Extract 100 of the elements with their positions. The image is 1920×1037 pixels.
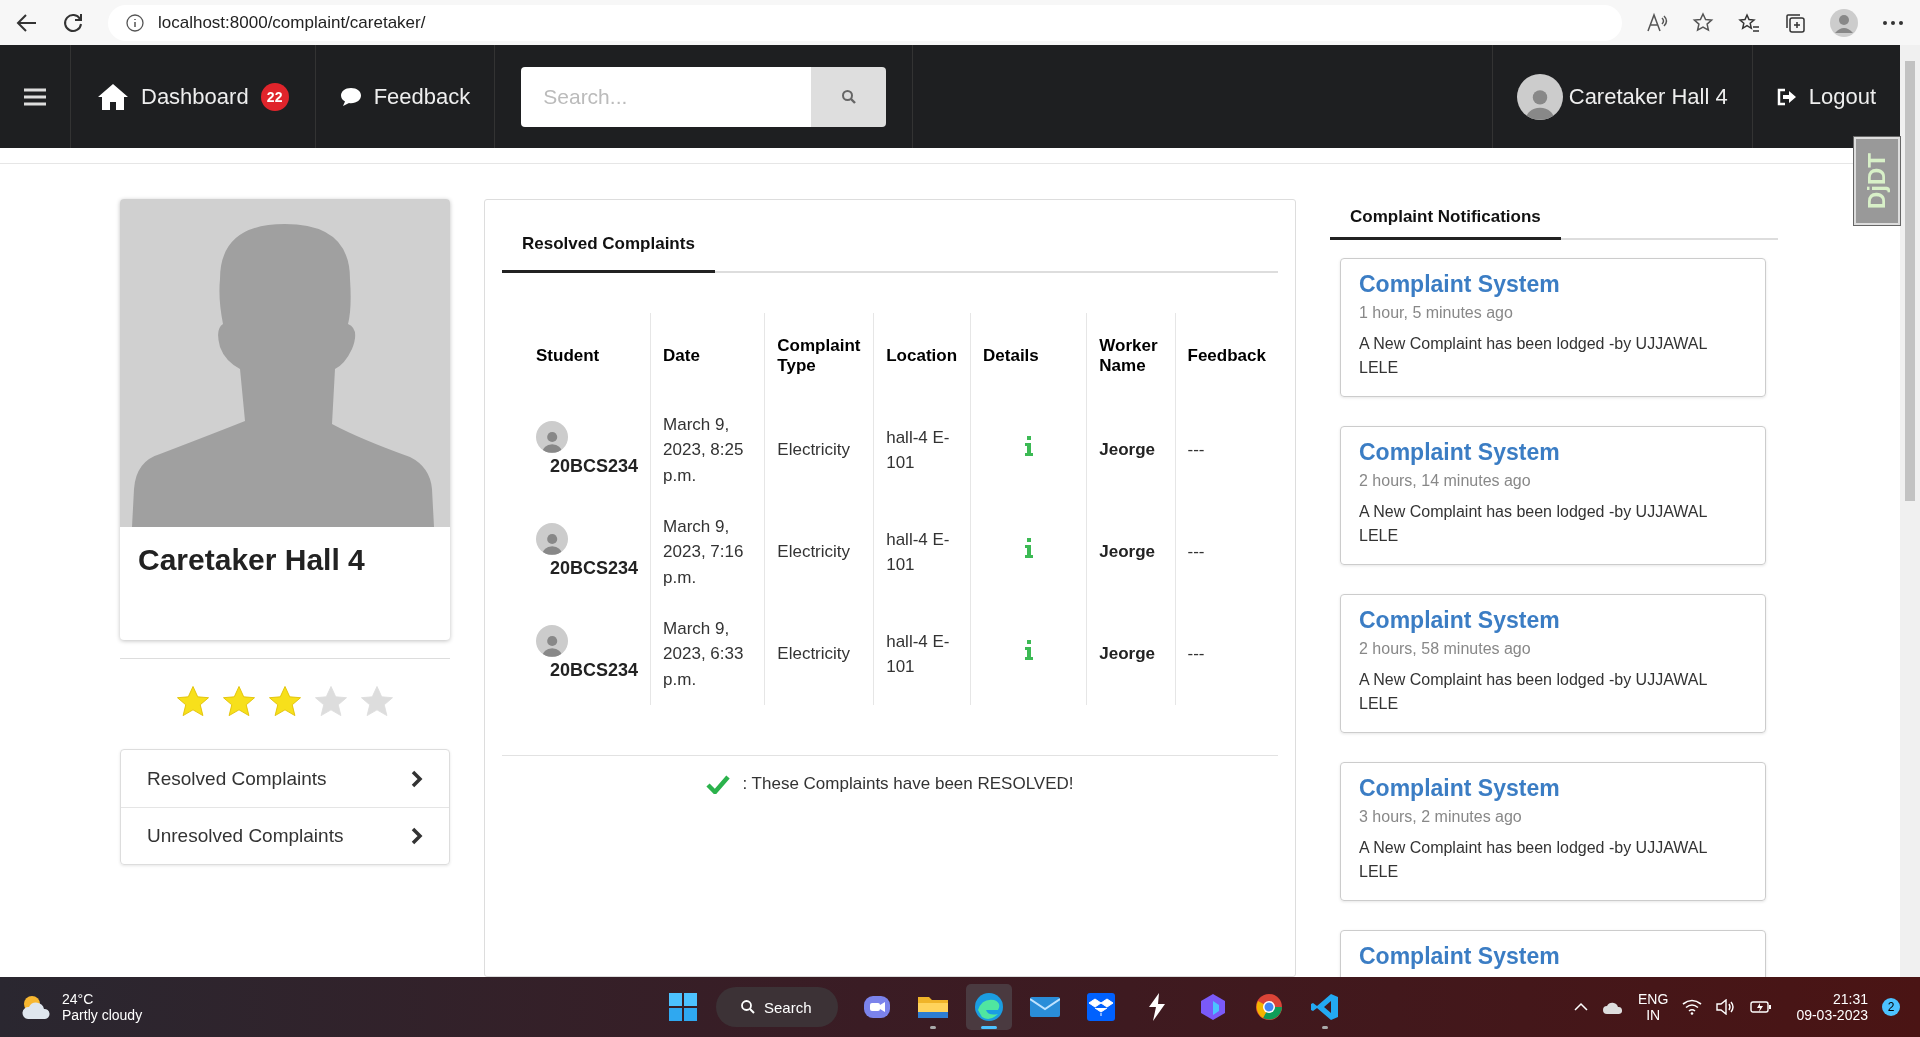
table-cell: --- <box>1187 440 1205 460</box>
table-cell: hall-4 E-101 <box>886 529 950 574</box>
star-icon <box>267 685 303 719</box>
table-cell: Jeorge <box>1099 644 1156 664</box>
back-icon[interactable] <box>16 11 38 34</box>
table-cell: Electricity <box>777 542 851 562</box>
column-header: Worker Name <box>1099 336 1158 375</box>
profile-silhouette-icon <box>120 199 450 527</box>
notification-time: 2 hours, 58 minutes ago <box>1359 640 1532 658</box>
lightning-icon <box>1146 993 1167 1021</box>
video-chat-icon <box>862 993 891 1021</box>
clock-time[interactable]: 21:31 <box>1832 991 1868 1007</box>
notification-message: A New Complaint has been lodged -by UJJAWAL LELE <box>1359 838 1708 882</box>
table-cell: hall-4 E-101 <box>886 427 950 472</box>
favorites-icon[interactable] <box>1738 11 1760 34</box>
search-button[interactable] <box>811 66 887 127</box>
table-cell: Electricity <box>777 644 851 664</box>
star-icon <box>175 685 211 719</box>
menu-icon <box>24 87 46 106</box>
table-cell: March 9, 2023, 6:33 p.m. <box>663 618 744 689</box>
profile-name: Caretaker Hall 4 <box>137 542 366 578</box>
notification-badge: 22 <box>260 82 289 111</box>
taskbar-search[interactable]: Search <box>716 987 838 1027</box>
home-icon <box>97 82 129 111</box>
column-header: Date <box>663 346 700 365</box>
student-id: 20BCS234 <box>549 658 639 682</box>
student-avatar-icon <box>536 624 568 657</box>
tab[interactable]: Resolved Complaints <box>502 220 715 273</box>
taskbar-app[interactable] <box>965 984 1012 1030</box>
table-cell: March 9, 2023, 7:16 p.m. <box>663 516 744 587</box>
student-avatar-icon <box>536 522 568 555</box>
code-icon <box>1310 993 1339 1021</box>
notification-title[interactable]: Complaint System <box>1359 271 1747 298</box>
table-cell: --- <box>1187 644 1205 664</box>
weather-icon <box>20 993 52 1021</box>
folder-icon <box>917 994 948 1020</box>
notification-message: A New Complaint has been lodged -by UJJAWAL LELE <box>1359 334 1708 378</box>
star-icon <box>221 685 257 719</box>
search-icon <box>840 88 857 105</box>
column-header: Complaint Type <box>777 336 861 375</box>
column-header: Location <box>886 346 958 365</box>
column-header: Student <box>536 346 600 365</box>
notification-title[interactable]: Complaint System <box>1359 943 1747 970</box>
star-icon <box>313 685 349 719</box>
tab[interactable]: Complaint Notifications <box>1330 199 1561 240</box>
language[interactable]: ENG <box>1638 991 1669 1007</box>
speaker-icon[interactable] <box>1716 999 1737 1015</box>
student-id: 20BCS234 <box>549 454 639 478</box>
clock-date[interactable]: 09-03-2023 <box>1796 1007 1868 1023</box>
table-cell: Jeorge <box>1099 542 1156 562</box>
scrollbar[interactable] <box>1900 45 1920 977</box>
address-bar[interactable]: localhost:8000/complaint/caretaker/ <box>108 4 1622 41</box>
notification-title[interactable]: Complaint System <box>1359 775 1747 802</box>
url-text: localhost:8000/complaint/caretaker/ <box>158 12 426 33</box>
more-icon[interactable] <box>1882 19 1904 26</box>
region[interactable]: IN <box>1646 1007 1661 1023</box>
table-cell: --- <box>1187 542 1205 562</box>
notification-time: 2 hours, 14 minutes ago <box>1359 472 1532 490</box>
notification-time: 3 hours, 2 minutes ago <box>1359 808 1523 826</box>
read-aloud-icon[interactable] <box>1646 11 1668 34</box>
search-field[interactable]: Search... <box>521 66 812 127</box>
box-icon <box>1086 993 1115 1021</box>
speech-bubble-icon <box>339 86 362 107</box>
profile-icon[interactable] <box>1830 8 1858 37</box>
student-id: 20BCS234 <box>549 556 639 580</box>
collections-icon[interactable] <box>1784 11 1806 34</box>
sign-out-icon <box>1776 87 1797 106</box>
wifi-icon[interactable] <box>1682 999 1703 1015</box>
circle-icon <box>1254 993 1283 1021</box>
notification-title[interactable]: Complaint System <box>1359 439 1747 466</box>
table-cell: Jeorge <box>1099 440 1156 460</box>
reload-icon[interactable] <box>62 11 84 34</box>
chevron-right-icon <box>411 769 423 788</box>
column-header: Details <box>983 346 1039 365</box>
notification-message: A New Complaint has been lodged -by UJJAWAL LELE <box>1359 670 1708 714</box>
sidebar-link[interactable]: Unresolved Complaints <box>121 807 449 864</box>
notification-message: A New Complaint has been lodged -by UJJAWAL LELE <box>1359 502 1708 546</box>
info-icon <box>126 13 144 32</box>
chevron-up-icon[interactable] <box>1574 1002 1589 1012</box>
four-squares-icon <box>669 993 697 1021</box>
browser-icon <box>973 992 1004 1022</box>
notification-time: 1 hour, 5 minutes ago <box>1359 304 1514 322</box>
hexagon-icon <box>1198 993 1227 1021</box>
chevron-right-icon <box>411 827 423 845</box>
student-avatar-icon <box>536 420 568 453</box>
notification-count[interactable]: 2 <box>1882 998 1900 1016</box>
resolved-note: : These Complaints have been RESOLVED! <box>742 774 1074 794</box>
battery-icon[interactable] <box>1750 1000 1773 1014</box>
check-icon <box>706 774 731 794</box>
star-add-icon[interactable] <box>1692 11 1714 34</box>
sidebar-link[interactable]: Resolved Complaints <box>121 750 449 807</box>
table-cell: Electricity <box>777 440 851 460</box>
star-icon <box>359 685 395 719</box>
user-menu[interactable]: Caretaker Hall 4 <box>1491 45 1752 148</box>
table-cell: March 9, 2023, 8:25 p.m. <box>663 414 744 485</box>
dashboard-link[interactable]: Dashboard 22 <box>71 45 316 148</box>
mail-icon <box>1029 995 1060 1019</box>
feedback-link[interactable]: Feedback <box>315 45 496 148</box>
table-cell: hall-4 E-101 <box>886 631 950 676</box>
notification-title[interactable]: Complaint System <box>1359 607 1747 634</box>
